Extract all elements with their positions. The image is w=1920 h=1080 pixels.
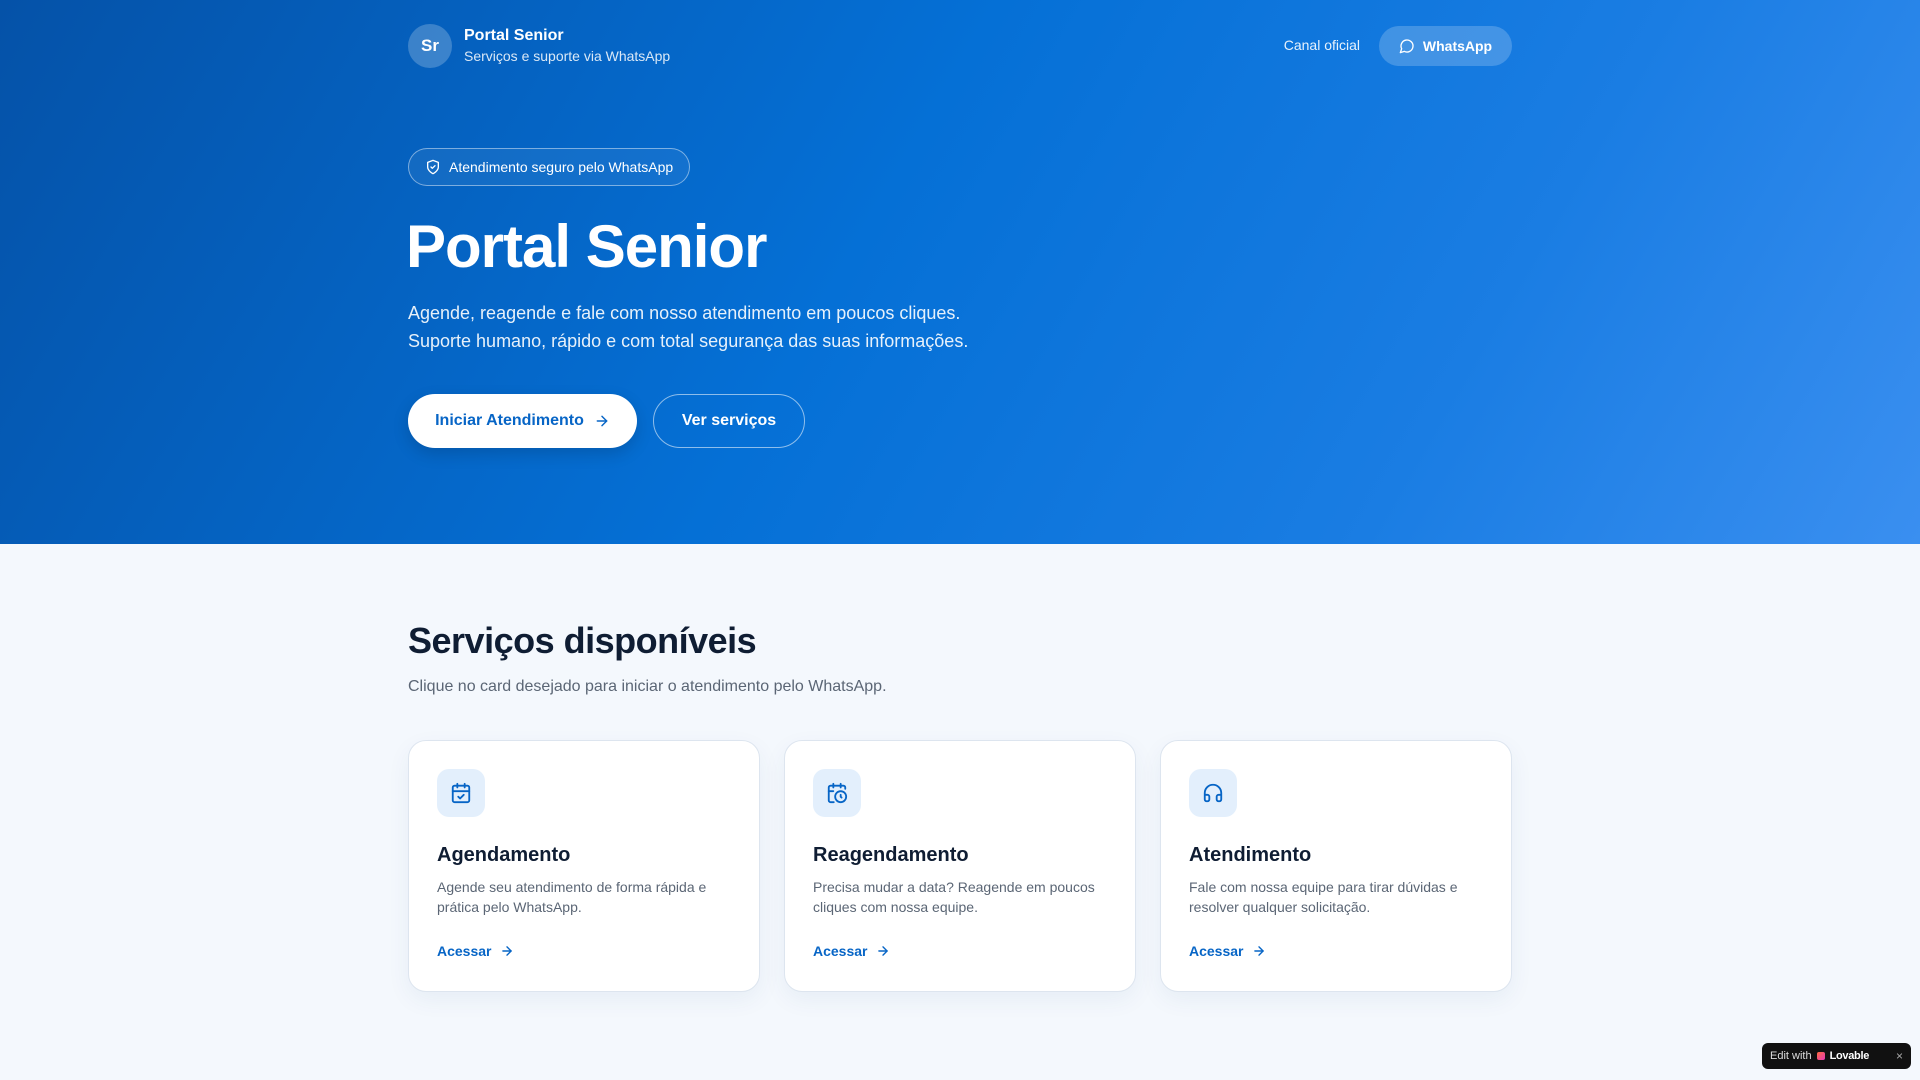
hero-subtitle-line-2: Suporte humano, rápido e com total segur… [408,331,969,351]
services-title: Serviços disponíveis [408,620,757,661]
calendar-check-icon [437,769,485,817]
card-access-label: Acessar [813,943,868,959]
view-services-button[interactable]: Ver serviços [653,394,805,448]
lovable-prefix: Edit with [1770,1050,1812,1062]
view-services-button-label: Ver serviços [681,412,777,429]
arrow-right-icon [1252,944,1266,958]
arrow-right-icon [500,944,514,958]
brand-subtitle: Serviços e suporte via WhatsApp [464,48,671,64]
calendar-clock-icon [813,769,861,817]
secure-badge-label: Atendimento seguro pelo WhatsApp [449,159,674,175]
close-icon[interactable]: × [1896,1049,1903,1063]
whatsapp-button[interactable]: WhatsApp [1379,26,1512,66]
hero-subtitle-line-1: Agende, reagende e fale com nosso atendi… [408,303,961,323]
card-title: Agendamento [437,844,571,866]
card-access-link[interactable]: Acessar [1189,943,1266,959]
start-service-button-label: Iniciar Atendimento [435,412,584,429]
card-access-link[interactable]: Acessar [813,943,890,959]
whatsapp-button-label: WhatsApp [1422,38,1493,54]
card-description: Agende seu atendimento de forma rápida e… [437,879,707,915]
arrow-right-icon [594,413,610,429]
brand-avatar[interactable]: Sr [408,24,452,68]
service-card-atendimento[interactable]: Atendimento Fale com nossa equipe para t… [1160,740,1512,992]
top-bar: Sr Portal Senior Serviços e suporte via … [408,24,1512,68]
lovable-brand: Lovable [1829,1050,1870,1062]
hero-title: Portal Senior [406,213,767,280]
card-description: Fale com nossa equipe para tirar dúvidas… [1189,879,1458,915]
services-subtitle: Clique no card desejado para iniciar o a… [408,678,887,695]
brand-name[interactable]: Portal Senior [464,27,564,45]
start-service-button[interactable]: Iniciar Atendimento [408,394,637,448]
secure-badge: Atendimento seguro pelo WhatsApp [408,148,691,186]
hero-section: Sr Portal Senior Serviços e suporte via … [0,0,1920,544]
service-card-reagendamento[interactable]: Reagendamento Precisa mudar a data? Reag… [784,740,1136,992]
card-access-label: Acessar [437,943,492,959]
canal-oficial-link[interactable]: Canal oficial [1284,37,1360,53]
service-card-agendamento[interactable]: Agendamento Agende seu atendimento de fo… [408,740,760,992]
message-circle-icon [1399,38,1415,54]
headphones-icon [1189,769,1237,817]
lovable-logo-icon [1816,1052,1825,1060]
card-title: Atendimento [1189,844,1312,866]
card-description: Precisa mudar a data? Reagende em poucos… [813,879,1095,915]
card-access-label: Acessar [1189,943,1244,959]
arrow-right-icon [876,944,890,958]
edit-with-lovable-badge[interactable]: Edit with Lovable × [1762,1043,1911,1069]
hero-subtitle: Agende, reagende e fale com nosso atendi… [408,299,968,355]
card-access-link[interactable]: Acessar [437,943,514,959]
card-title: Reagendamento [813,844,969,866]
shield-check-icon [425,159,441,175]
